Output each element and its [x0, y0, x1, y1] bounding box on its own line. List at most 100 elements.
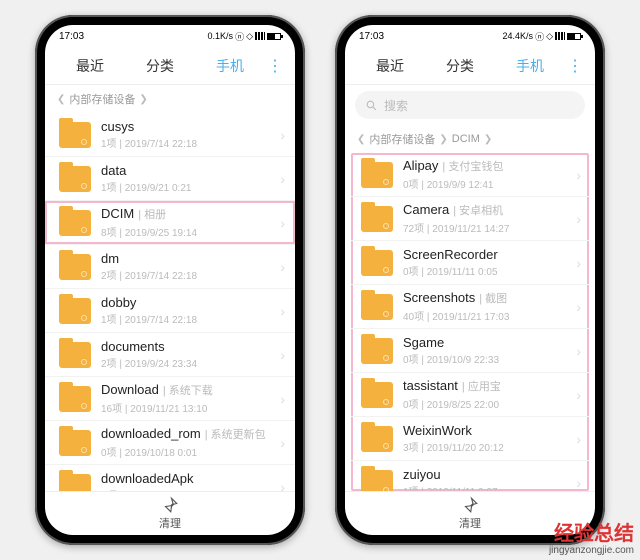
folder-sub: 2项 | 2019/9/24 23:34 [101, 355, 280, 370]
nfc-icon: ⓝ [235, 30, 244, 43]
folder-sub: 1项 | 2019/7/14 22:18 [101, 135, 280, 150]
chevron-right-icon: › [576, 299, 581, 315]
folder-name: Sgame [403, 335, 576, 351]
chevron-left-icon: ❮ [357, 134, 365, 145]
folder-list[interactable]: cusys1项 | 2019/7/14 22:18›data1项 | 2019/… [45, 113, 295, 491]
folder-row[interactable]: WeixinWork3项 | 2019/11/20 20:12› [351, 417, 589, 461]
watermark: 经验总结 jingyanzongjie.com [549, 523, 634, 556]
chevron-right-icon: › [280, 391, 285, 407]
folder-list[interactable]: Alipay| 支付宝钱包0项 | 2019/9/9 12:41›Camera|… [351, 153, 589, 491]
folder-name: downloadedApk [101, 471, 280, 487]
breadcrumb[interactable]: ❮ 内部存储设备 ❯ [45, 85, 295, 113]
chevron-right-icon: › [280, 347, 285, 363]
folder-name: WeixinWork [403, 423, 576, 439]
menu-icon[interactable]: ⋮ [265, 56, 285, 76]
chevron-right-icon: ❯ [484, 134, 492, 145]
crumb-root: 内部存储设备 [69, 91, 135, 107]
folder-name: Alipay| 支付宝钱包 [403, 158, 576, 174]
tab-category[interactable]: 分类 [125, 56, 195, 76]
chevron-right-icon: › [280, 259, 285, 275]
folder-sub: 40项 | 2019/11/21 17:03 [403, 308, 576, 323]
phone-left: 17:03 0.1K/s ⓝ ◇ 最近 分类 手机 ⋮ ❮ 内部存储设备 ❯ [35, 15, 305, 545]
folder-row[interactable]: dm2项 | 2019/7/14 22:18› [45, 245, 295, 289]
folder-name: Screenshots| 截图 [403, 290, 576, 306]
folder-icon [361, 470, 393, 492]
folder-icon [59, 210, 91, 236]
chevron-right-icon: › [280, 171, 285, 187]
chevron-right-icon: › [576, 387, 581, 403]
folder-row[interactable]: downloaded_rom| 系统更新包 0项 | 2019/10/18 0:0… [45, 421, 295, 465]
chevron-right-icon: › [576, 343, 581, 359]
folder-name: downloaded_rom| 系统更新包 [101, 426, 280, 442]
folder-row[interactable]: ScreenRecorder0项 | 2019/11/11 0:05› [351, 241, 589, 285]
folder-name: data [101, 163, 280, 179]
phone-right: 17:03 24.4K/s ⓝ ◇ 最近 分类 手机 ⋮ 搜索 [335, 15, 605, 545]
folder-name: tassistant| 应用宝 [403, 378, 576, 394]
chevron-right-icon: › [576, 211, 581, 227]
folder-name: ScreenRecorder [403, 247, 576, 263]
folder-row[interactable]: Sgame0项 | 2019/10/9 22:33› [351, 329, 589, 373]
folder-row[interactable]: Alipay| 支付宝钱包0项 | 2019/9/9 12:41› [351, 153, 589, 197]
folder-row[interactable]: tassistant| 应用宝 0项 | 2019/8/25 22:00› [351, 373, 589, 417]
folder-icon [59, 298, 91, 324]
folder-row[interactable]: Download| 系统下载 16项 | 2019/11/21 13:10› [45, 377, 295, 421]
chevron-right-icon: ❯ [439, 134, 447, 145]
folder-icon [361, 382, 393, 408]
chevron-right-icon: › [280, 215, 285, 231]
folder-icon [59, 122, 91, 148]
folder-name: dm [101, 251, 280, 267]
folder-row[interactable]: cusys1项 | 2019/7/14 22:18› [45, 113, 295, 157]
folder-row[interactable]: DCIM| 相册8项 | 2019/9/25 19:14› [45, 201, 295, 245]
folder-sub: 0项 | 2019/10/18 0:01 [101, 444, 280, 459]
status-speed: 24.4K/s [503, 31, 534, 41]
folder-name: cusys [101, 119, 280, 135]
chevron-right-icon: › [280, 127, 285, 143]
chevron-right-icon: › [576, 431, 581, 447]
folder-sub: 2项 | 2019/7/14 22:18 [101, 267, 280, 282]
folder-icon [361, 206, 393, 232]
tabs: 最近 分类 手机 ⋮ [45, 47, 295, 85]
folder-row[interactable]: Screenshots| 截图 40项 | 2019/11/21 17:03› [351, 285, 589, 329]
watermark-cn: 经验总结 [549, 523, 634, 545]
chevron-right-icon: › [280, 303, 285, 319]
tab-phone[interactable]: 手机 [495, 56, 565, 76]
folder-sub: 72项 | 2019/11/21 14:27 [403, 220, 576, 235]
chevron-left-icon: ❮ [57, 94, 65, 105]
tab-recent[interactable]: 最近 [55, 56, 125, 76]
folder-sub: 0项 | 2019/11/11 0:05 [403, 263, 576, 278]
folder-row[interactable]: documents2项 | 2019/9/24 23:34› [45, 333, 295, 377]
tab-category[interactable]: 分类 [425, 56, 495, 76]
folder-name: dobby [101, 295, 280, 311]
folder-name: documents [101, 339, 280, 355]
folder-sub: 1项 | 2019/11/11 0:07 [403, 483, 576, 491]
bottom-bar[interactable]: 清理 [45, 491, 295, 535]
folder-icon [361, 426, 393, 452]
folder-name: Camera| 安卓相机 [403, 202, 576, 218]
nfc-icon: ⓝ [535, 30, 544, 43]
chevron-right-icon: › [576, 167, 581, 183]
tab-phone[interactable]: 手机 [195, 56, 265, 76]
folder-row[interactable]: Camera| 安卓相机 72项 | 2019/11/21 14:27› [351, 197, 589, 241]
folder-row[interactable]: downloadedApk0项 | 2019/7/14 22:19› [45, 465, 295, 491]
breadcrumb[interactable]: ❮ 内部存储设备 ❯ DCIM ❯ [345, 125, 595, 153]
folder-sub: 16项 | 2019/11/21 13:10 [101, 400, 280, 415]
folder-sub: 1项 | 2019/7/14 22:18 [101, 311, 280, 326]
menu-icon[interactable]: ⋮ [565, 56, 585, 76]
chevron-right-icon: › [280, 435, 285, 451]
tab-recent[interactable]: 最近 [355, 56, 425, 76]
folder-icon [59, 166, 91, 192]
folder-sub: 0项 | 2019/8/25 22:00 [403, 396, 576, 411]
folder-icon [59, 474, 91, 492]
folder-name: Download| 系统下载 [101, 382, 280, 398]
signal-icon [255, 32, 265, 40]
folder-row[interactable]: dobby1项 | 2019/7/14 22:18› [45, 289, 295, 333]
folder-row[interactable]: data1项 | 2019/9/21 0:21› [45, 157, 295, 201]
folder-name: DCIM| 相册 [101, 206, 280, 222]
search-input[interactable]: 搜索 [355, 91, 585, 119]
wifi-icon: ◇ [546, 31, 553, 42]
status-speed: 0.1K/s [208, 31, 234, 41]
folder-row[interactable]: zuiyou1项 | 2019/11/11 0:07› [351, 461, 589, 491]
status-time: 17:03 [59, 31, 84, 42]
folder-icon [59, 430, 91, 456]
folder-sub: 1项 | 2019/9/21 0:21 [101, 179, 280, 194]
